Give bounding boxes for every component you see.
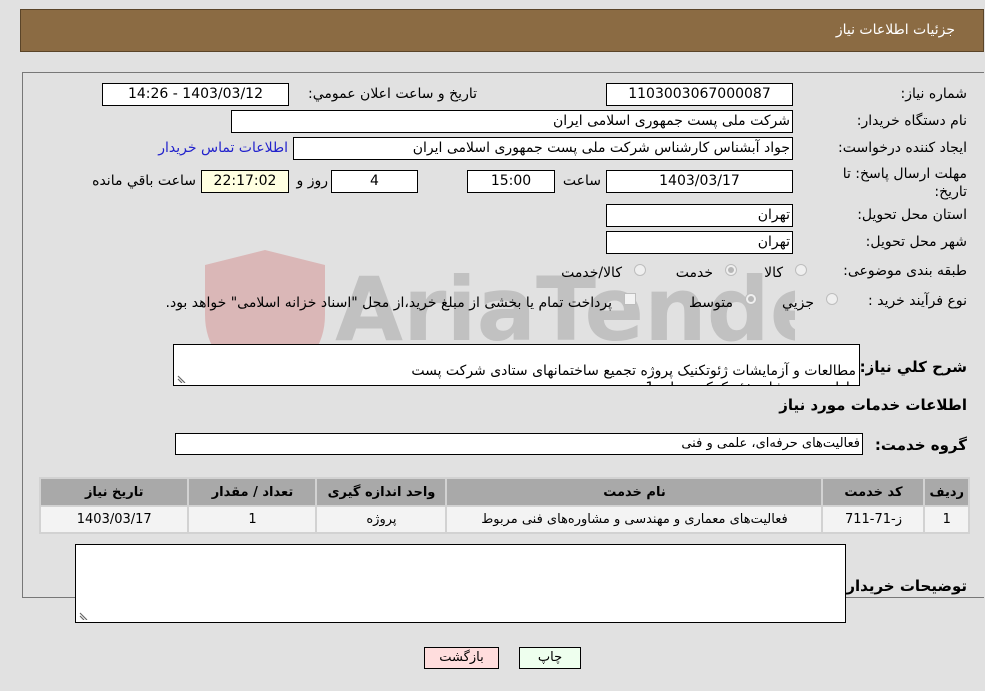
days-label: روز و <box>296 173 329 189</box>
purchase-type-option-medium: متوسط <box>689 295 733 311</box>
purchase-type-radio-medium[interactable] <box>745 293 757 305</box>
need-number-field: 1103003067000087 <box>606 83 793 106</box>
table-header-row: ردیف کد خدمت نام خدمت واحد اندازه گیری ت… <box>41 479 968 505</box>
category-option-goods: کالا <box>764 265 783 281</box>
city-label: شهر محل تحویل: <box>865 234 967 250</box>
back-button[interactable]: بازگشت <box>424 647 499 669</box>
category-label: طبقه بندی موضوعی: <box>843 263 967 279</box>
deadline-time-label: ساعت <box>562 173 601 189</box>
treasury-note: پرداخت تمام یا بخشی از مبلغ خرید،از محل … <box>165 295 612 311</box>
buyer-contact-link[interactable]: اطلاعات تماس خریدار <box>158 140 288 156</box>
requester-field: جواد آبشناس کارشناس شرکت ملی پست جمهوری … <box>293 137 793 160</box>
col-row-number: ردیف <box>925 479 968 505</box>
cell-row-number: 1 <box>925 507 968 532</box>
purchase-type-radio-minor[interactable] <box>826 293 838 305</box>
category-radio-goods[interactable] <box>795 264 807 276</box>
col-service-name: نام خدمت <box>447 479 822 505</box>
category-option-goods-service: کالا/خدمت <box>561 265 622 281</box>
deadline-date-field: 1403/03/17 <box>606 170 793 193</box>
time-remaining-field: 22:17:02 <box>201 170 289 193</box>
cell-service-code: ز-71-711 <box>823 507 924 532</box>
deadline-time-field: 15:00 <box>467 170 555 193</box>
resize-grip-icon[interactable] <box>78 610 88 620</box>
col-quantity: تعداد / مقدار <box>189 479 316 505</box>
buyer-org-label: نام دستگاه خریدار: <box>856 113 967 129</box>
cell-service-name: فعالیت‌های معماری و مهندسی و مشاوره‌های … <box>447 507 822 532</box>
time-remaining-label: ساعت باقي مانده <box>92 173 196 189</box>
service-group-field: فعالیت‌های حرفه‌ای، علمی و فنی <box>175 433 863 455</box>
services-section-title: اطلاعات خدمات مورد نیاز <box>779 396 967 414</box>
category-radio-service[interactable] <box>725 264 737 276</box>
buyer-notes-textarea[interactable] <box>75 544 846 623</box>
description-textarea[interactable]: مطالعات و آزمایشات ژئوتکنیک پروژه تجمیع … <box>173 344 860 386</box>
print-button[interactable]: چاپ <box>519 647 581 669</box>
purchase-type-label: نوع فرآیند خرید : <box>868 293 967 309</box>
cell-quantity: 1 <box>189 507 316 532</box>
category-option-service: خدمت <box>675 265 713 281</box>
announce-datetime-label: تاریخ و ساعت اعلان عمومي: <box>308 86 477 102</box>
resize-grip-icon[interactable] <box>176 373 186 383</box>
service-group-label: گروه خدمت: <box>874 436 967 454</box>
deadline-label: مهلت ارسال پاسخ: تا تاریخ: <box>842 166 967 200</box>
need-number-label: شماره نیاز: <box>900 86 968 102</box>
purchase-type-option-minor: جزيي <box>782 295 814 311</box>
buyer-org-field: شرکت ملی پست جمهوری اسلامی ایران <box>231 110 793 133</box>
cell-need-date: 1403/03/17 <box>41 507 188 532</box>
category-radio-goods-service[interactable] <box>634 264 646 276</box>
city-field: تهران <box>606 231 793 254</box>
description-label: شرح کلي نياز: <box>859 358 967 376</box>
page-title: جزئیات اطلاعات نیاز <box>835 22 955 38</box>
province-label: استان محل تحویل: <box>857 207 967 223</box>
page-header: جزئیات اطلاعات نیاز <box>20 9 984 52</box>
col-need-date: تاریخ نیاز <box>41 479 188 505</box>
col-service-code: کد خدمت <box>823 479 924 505</box>
province-field: تهران <box>606 204 793 227</box>
table-row: 1 ز-71-711 فعالیت‌های معماری و مهندسی و … <box>41 507 968 532</box>
cell-unit: پروژه <box>317 507 446 532</box>
col-unit: واحد اندازه گیری <box>317 479 446 505</box>
requester-label: ایجاد کننده درخواست: <box>838 140 967 156</box>
treasury-checkbox[interactable] <box>624 293 636 305</box>
buyer-notes-label: توضیحات خریدار: <box>840 577 967 595</box>
description-text: مطالعات و آزمایشات ژئوتکنیک پروژه تجمیع … <box>411 363 856 385</box>
services-table: ردیف کد خدمت نام خدمت واحد اندازه گیری ت… <box>39 477 970 534</box>
days-remaining-field: 4 <box>331 170 418 193</box>
announce-datetime-field: 1403/03/12 - 14:26 <box>102 83 289 106</box>
